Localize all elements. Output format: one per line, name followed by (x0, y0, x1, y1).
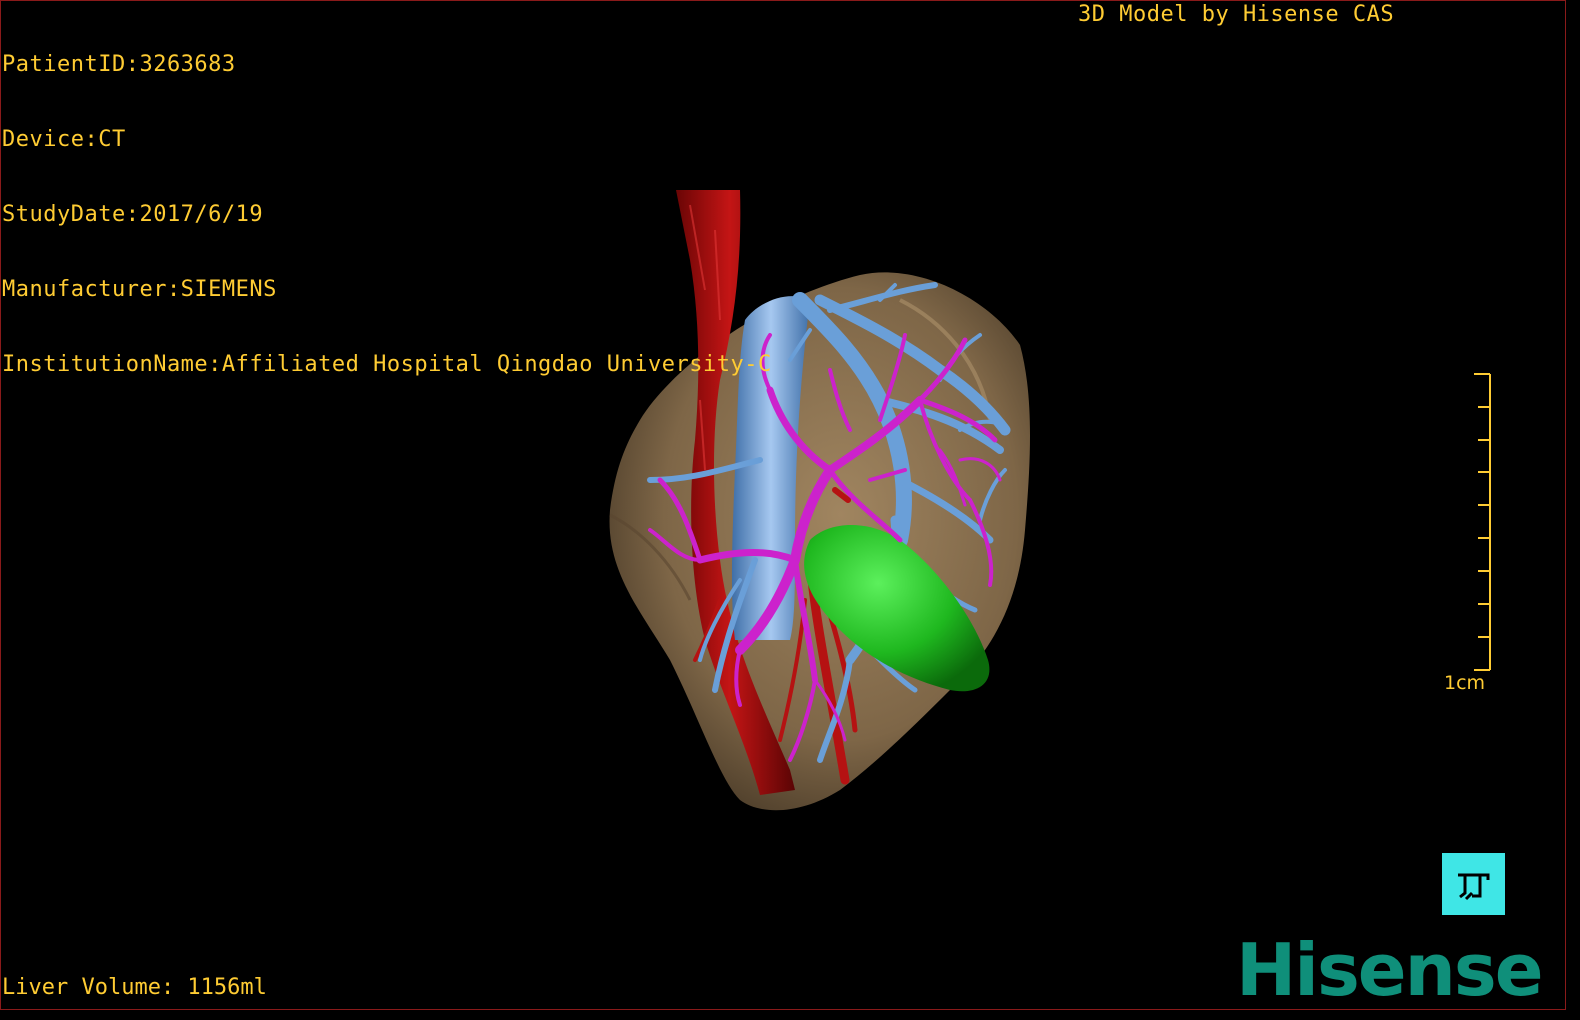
manufacturer-text: Manufacturer:SIEMENS (2, 277, 277, 302)
scale-label: 1cm (1444, 672, 1486, 694)
model-credit-text: 3D Model by Hisense CAS (1078, 2, 1395, 27)
patient-id-text: PatientID:3263683 (2, 52, 236, 77)
study-info-overlay: PatientID:3263683 Device:CT StudyDate:20… (2, 2, 772, 402)
institution-text: InstitutionName:Affiliated Hospital Qing… (2, 352, 772, 377)
liver-volume-text: Liver Volume: 1156ml (2, 975, 267, 1000)
orientation-button[interactable] (1442, 853, 1505, 915)
scale-bar (1474, 373, 1491, 671)
orientation-cube-icon (1442, 853, 1505, 915)
device-text: Device:CT (2, 127, 126, 152)
study-date-text: StudyDate:2017/6/19 (2, 202, 264, 227)
hisense-logo: Hisense (1236, 928, 1544, 1012)
